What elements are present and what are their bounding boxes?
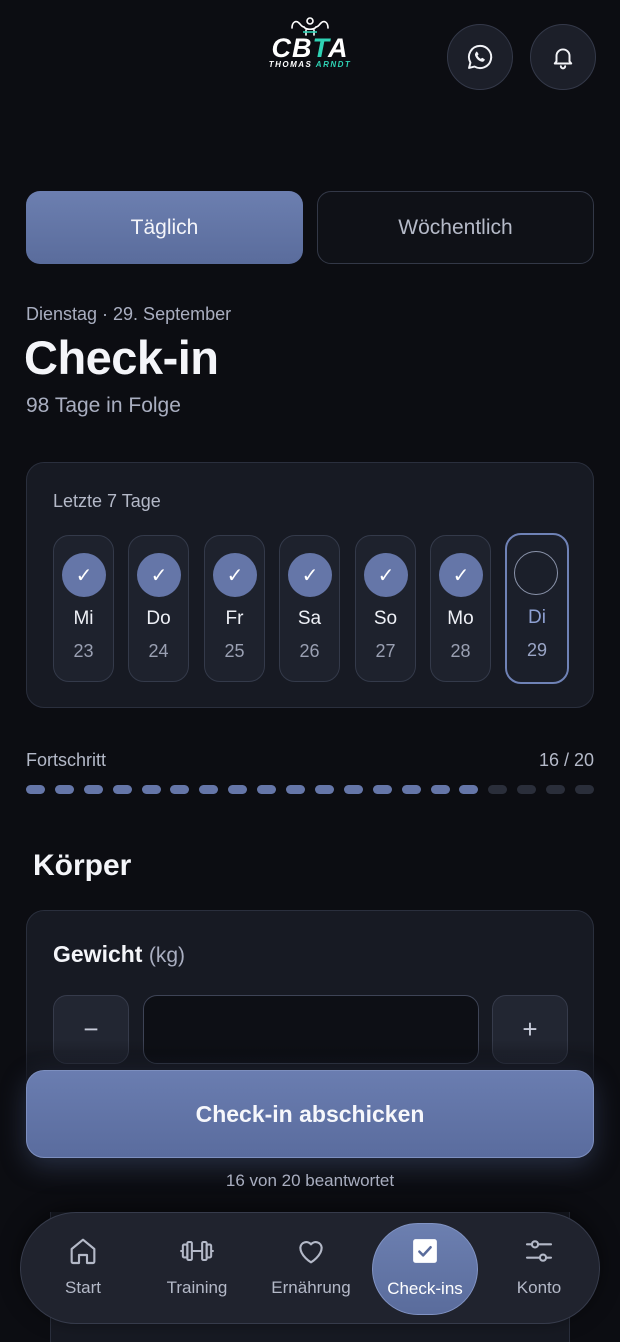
progress-segment-done <box>401 785 421 794</box>
day-item[interactable]: ✓ Mo 28 <box>430 535 491 682</box>
check-icon: ✓ <box>364 553 408 597</box>
nav-item-start[interactable]: Start <box>28 1213 138 1325</box>
progress-segment-done <box>228 785 248 794</box>
nav-item-training[interactable]: Training <box>142 1213 252 1325</box>
period-tabs: Täglich Wöchentlich <box>26 191 594 264</box>
day-name: Fr <box>225 608 244 629</box>
day-number: 26 <box>299 641 320 661</box>
nav-label: Konto <box>516 1278 562 1297</box>
progress-segment-open <box>488 785 508 794</box>
check-icon: ✓ <box>439 553 483 597</box>
empty-circle-icon <box>514 551 558 595</box>
dumbbell-icon <box>180 1240 214 1262</box>
notifications-button[interactable] <box>530 24 596 90</box>
progress-segment-done <box>83 785 103 794</box>
day-number: 25 <box>224 641 245 661</box>
check-icon: ✓ <box>288 553 332 597</box>
nav-label: Check-ins <box>387 1279 463 1298</box>
progress-segment-done <box>459 785 479 794</box>
nav-item-nutrition[interactable]: Ernährung <box>256 1213 366 1325</box>
answered-count: 16 von 20 beantwortet <box>225 1171 395 1190</box>
progress-segment-done <box>257 785 277 794</box>
day-item-today[interactable]: Di 29 <box>505 533 569 684</box>
logo-subtitle: THOMAS ARNDT <box>268 60 352 69</box>
check-icon: ✓ <box>62 553 106 597</box>
check-icon: ✓ <box>213 553 257 597</box>
streak-counter: 98 Tage in Folge <box>26 394 181 417</box>
nav-label: Ernährung <box>271 1278 351 1297</box>
nav-item-account[interactable]: Konto <box>484 1213 594 1325</box>
day-item[interactable]: ✓ Fr 25 <box>204 535 265 682</box>
day-item[interactable]: ✓ Do 24 <box>128 535 189 682</box>
weight-unit: (kg) <box>148 944 186 967</box>
day-name: Sa <box>297 608 322 629</box>
progress-segment-done <box>314 785 334 794</box>
day-name: So <box>373 608 398 629</box>
progress-segment-done <box>286 785 306 794</box>
whatsapp-button[interactable] <box>447 24 513 90</box>
weight-label: Gewicht (kg) <box>53 941 186 967</box>
logo-wordmark: CBTA <box>271 33 349 63</box>
progress-segment-done <box>372 785 392 794</box>
tab-weekly[interactable]: Wöchentlich <box>317 191 594 264</box>
day-number: 27 <box>375 641 396 661</box>
progress-segment-done <box>141 785 161 794</box>
day-number: 24 <box>148 641 169 661</box>
section-title-body: Körper <box>33 849 132 882</box>
whatsapp-icon <box>467 44 493 70</box>
current-date: Dienstag · 29. September <box>26 304 232 324</box>
day-name: Mi <box>73 608 94 629</box>
home-icon <box>70 1238 96 1265</box>
progress-segment-done <box>170 785 190 794</box>
page-title: Check-in <box>24 331 219 384</box>
day-number: 23 <box>73 641 94 661</box>
bottom-navigation: Start Training Ernährung Check-ins Konto <box>20 1212 600 1324</box>
progress-segment-done <box>199 785 219 794</box>
last-7-days-card: Letzte 7 Tage ✓ Mi 23 ✓ Do 24 ✓ Fr 25 ✓ … <box>26 462 594 708</box>
heart-icon <box>299 1241 323 1264</box>
progress-label: Fortschritt <box>26 750 107 770</box>
day-item[interactable]: ✓ Sa 26 <box>279 535 340 682</box>
day-name: Do <box>146 608 171 629</box>
app-header: CBTA THOMAS ARNDT <box>0 0 620 110</box>
day-name: Di <box>528 607 546 628</box>
last-7-days-title: Letzte 7 Tage <box>53 491 161 511</box>
progress-segment-open <box>546 785 566 794</box>
progress-segment-done <box>26 785 45 794</box>
check-icon: ✓ <box>137 553 181 597</box>
progress-bar <box>26 785 594 795</box>
progress-segment-done <box>343 785 363 794</box>
submit-checkin-button[interactable]: Check-in abschicken <box>26 1070 594 1158</box>
day-item[interactable]: ✓ So 27 <box>355 535 416 682</box>
nav-label: Training <box>166 1278 228 1297</box>
progress-segment-done <box>54 785 74 794</box>
cbta-logo: CBTA THOMAS ARNDT <box>262 16 358 74</box>
sliders-icon <box>525 1240 553 1262</box>
progress-count: 16 / 20 <box>538 750 594 770</box>
checkbox-icon <box>413 1239 437 1263</box>
progress-segment-done <box>112 785 132 794</box>
day-number: 28 <box>450 641 471 661</box>
progress-segment-done <box>430 785 450 794</box>
nav-item-checkins[interactable]: Check-ins <box>372 1223 478 1315</box>
day-item[interactable]: ✓ Mi 23 <box>53 535 114 682</box>
day-name: Mo <box>447 608 474 629</box>
nav-label: Start <box>65 1278 101 1297</box>
progress-segment-open <box>575 785 594 794</box>
bell-icon <box>553 48 573 70</box>
tab-daily[interactable]: Täglich <box>26 191 303 264</box>
progress-segment-open <box>517 785 537 794</box>
day-number: 29 <box>526 640 548 660</box>
